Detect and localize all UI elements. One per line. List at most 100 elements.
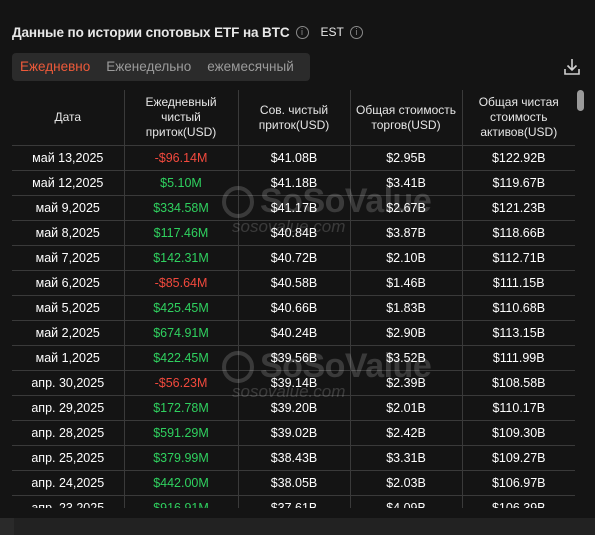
period-tabs: Ежедневно Еженедельно ежемесячный — [12, 53, 310, 81]
table-row[interactable]: май 12,2025 $5.10M $41.18B $3.41B $119.67B — [12, 170, 575, 196]
tab-monthly[interactable]: ежемесячный — [199, 53, 301, 81]
table-row[interactable]: май 13,2025 -$96.14M $41.08B $2.95B $122.92B — [12, 145, 575, 171]
cell-total-net-assets: $122.92B — [462, 145, 575, 171]
table-row[interactable]: май 8,2025 $117.46M $40.84B $3.87B $118.66B — [12, 220, 575, 246]
cell-date: апр. 24,2025 — [12, 470, 125, 496]
cell-daily-net-inflow: $674.91M — [124, 320, 239, 346]
cell-total-value-traded: $2.01B — [350, 395, 463, 421]
cell-cumulative-net-inflow: $41.18B — [238, 170, 351, 196]
cell-date: май 6,2025 — [12, 270, 125, 296]
download-icon[interactable] — [562, 57, 582, 77]
cell-cumulative-net-inflow: $41.08B — [238, 145, 351, 171]
cell-cumulative-net-inflow: $40.58B — [238, 270, 351, 296]
cell-total-value-traded: $2.67B — [350, 195, 463, 221]
table-row[interactable]: май 1,2025 $422.45M $39.56B $3.52B $111.99B — [12, 345, 575, 371]
tab-daily[interactable]: Ежедневно — [12, 53, 98, 81]
column-header-cumulative-net-inflow[interactable]: Сов. чистый приток(USD) — [238, 90, 351, 146]
table-row[interactable]: май 2,2025 $674.91M $40.24B $2.90B $113.15B — [12, 320, 575, 346]
cell-date: апр. 30,2025 — [12, 370, 125, 396]
tab-weekly[interactable]: Еженедельно — [98, 53, 199, 81]
table-row[interactable]: апр. 23,2025 $916.91M $37.61B $4.09B $106.39… — [12, 495, 575, 508]
timezone-label: EST — [320, 25, 344, 39]
cell-daily-net-inflow: -$85.64M — [124, 270, 239, 296]
cell-cumulative-net-inflow: $41.17B — [238, 195, 351, 221]
cell-cumulative-net-inflow: $40.72B — [238, 245, 351, 271]
cell-date: май 9,2025 — [12, 195, 125, 221]
cell-daily-net-inflow: $591.29M — [124, 420, 239, 446]
cell-daily-net-inflow: $916.91M — [124, 495, 239, 508]
cell-cumulative-net-inflow: $40.66B — [238, 295, 351, 321]
etf-history-table-container[interactable]: Дата Ежедневный чистый приток(USD) Сов. … — [12, 90, 575, 508]
etf-history-table: Дата Ежедневный чистый приток(USD) Сов. … — [12, 90, 575, 508]
cell-cumulative-net-inflow: $40.84B — [238, 220, 351, 246]
column-header-total-value-traded[interactable]: Общая стоимость торгов(USD) — [350, 90, 463, 146]
cell-total-net-assets: $109.30B — [462, 420, 575, 446]
cell-date: май 5,2025 — [12, 295, 125, 321]
cell-total-net-assets: $118.66B — [462, 220, 575, 246]
cell-total-value-traded: $1.46B — [350, 270, 463, 296]
column-header-daily-net-inflow[interactable]: Ежедневный чистый приток(USD) — [124, 90, 239, 146]
cell-daily-net-inflow: -$56.23M — [124, 370, 239, 396]
cell-daily-net-inflow: $5.10M — [124, 170, 239, 196]
cell-total-value-traded: $2.42B — [350, 420, 463, 446]
cell-total-net-assets: $111.15B — [462, 270, 575, 296]
cell-cumulative-net-inflow: $39.56B — [238, 345, 351, 371]
cell-date: апр. 29,2025 — [12, 395, 125, 421]
cell-date: апр. 28,2025 — [12, 420, 125, 446]
cell-total-value-traded: $2.10B — [350, 245, 463, 271]
table-row[interactable]: май 9,2025 $334.58M $41.17B $2.67B $121.23B — [12, 195, 575, 221]
cell-total-value-traded: $3.41B — [350, 170, 463, 196]
info-icon[interactable]: i — [349, 25, 363, 39]
cell-total-net-assets: $112.71B — [462, 245, 575, 271]
cell-cumulative-net-inflow: $40.24B — [238, 320, 351, 346]
column-header-date: Дата — [12, 90, 125, 146]
table-row[interactable]: май 7,2025 $142.31M $40.72B $2.10B $112.71B — [12, 245, 575, 271]
cell-date: апр. 25,2025 — [12, 445, 125, 471]
cell-daily-net-inflow: $117.46M — [124, 220, 239, 246]
cell-total-value-traded: $2.95B — [350, 145, 463, 171]
cell-total-net-assets: $110.17B — [462, 395, 575, 421]
table-row[interactable]: апр. 30,2025 -$56.23M $39.14B $2.39B $108.58… — [12, 370, 575, 396]
column-header-total-net-assets[interactable]: Общая чистая стоимость активов(USD) — [462, 90, 575, 146]
vertical-scrollbar[interactable] — [577, 90, 584, 111]
cell-total-value-traded: $3.31B — [350, 445, 463, 471]
cell-daily-net-inflow: $422.45M — [124, 345, 239, 371]
cell-total-value-traded: $2.03B — [350, 470, 463, 496]
cell-total-net-assets: $121.23B — [462, 195, 575, 221]
horizontal-scrollbar-thumb[interactable] — [0, 518, 14, 535]
cell-total-net-assets: $106.39B — [462, 495, 575, 508]
page-header: Данные по истории спотовых ETF на BTC i … — [12, 22, 363, 42]
table-header-row: Дата Ежедневный чистый приток(USD) Сов. … — [12, 90, 575, 146]
table-row[interactable]: апр. 29,2025 $172.78M $39.20B $2.01B $110.17… — [12, 395, 575, 421]
cell-cumulative-net-inflow: $37.61B — [238, 495, 351, 508]
cell-total-value-traded: $3.87B — [350, 220, 463, 246]
horizontal-scrollbar-track[interactable] — [0, 518, 595, 535]
cell-total-value-traded: $2.90B — [350, 320, 463, 346]
cell-total-net-assets: $113.15B — [462, 320, 575, 346]
cell-cumulative-net-inflow: $38.43B — [238, 445, 351, 471]
cell-cumulative-net-inflow: $39.02B — [238, 420, 351, 446]
cell-total-value-traded: $1.83B — [350, 295, 463, 321]
cell-total-net-assets: $111.99B — [462, 345, 575, 371]
cell-total-net-assets: $108.58B — [462, 370, 575, 396]
cell-total-net-assets: $109.27B — [462, 445, 575, 471]
cell-cumulative-net-inflow: $38.05B — [238, 470, 351, 496]
cell-date: май 13,2025 — [12, 145, 125, 171]
page-title: Данные по истории спотовых ETF на BTC — [12, 24, 290, 40]
info-icon[interactable]: i — [295, 25, 309, 39]
cell-date: май 1,2025 — [12, 345, 125, 371]
cell-total-net-assets: $106.97B — [462, 470, 575, 496]
cell-date: май 7,2025 — [12, 245, 125, 271]
cell-total-value-traded: $2.39B — [350, 370, 463, 396]
table-row[interactable]: май 5,2025 $425.45M $40.66B $1.83B $110.68B — [12, 295, 575, 321]
table-row[interactable]: апр. 25,2025 $379.99M $38.43B $3.31B $109.27… — [12, 445, 575, 471]
table-row[interactable]: апр. 24,2025 $442.00M $38.05B $2.03B $106.97… — [12, 470, 575, 496]
cell-daily-net-inflow: -$96.14M — [124, 145, 239, 171]
table-row[interactable]: май 6,2025 -$85.64M $40.58B $1.46B $111.15B — [12, 270, 575, 296]
cell-daily-net-inflow: $442.00M — [124, 470, 239, 496]
cell-date: апр. 23,2025 — [12, 495, 125, 508]
table-row[interactable]: апр. 28,2025 $591.29M $39.02B $2.42B $109.30… — [12, 420, 575, 446]
cell-cumulative-net-inflow: $39.14B — [238, 370, 351, 396]
cell-daily-net-inflow: $172.78M — [124, 395, 239, 421]
cell-date: май 2,2025 — [12, 320, 125, 346]
